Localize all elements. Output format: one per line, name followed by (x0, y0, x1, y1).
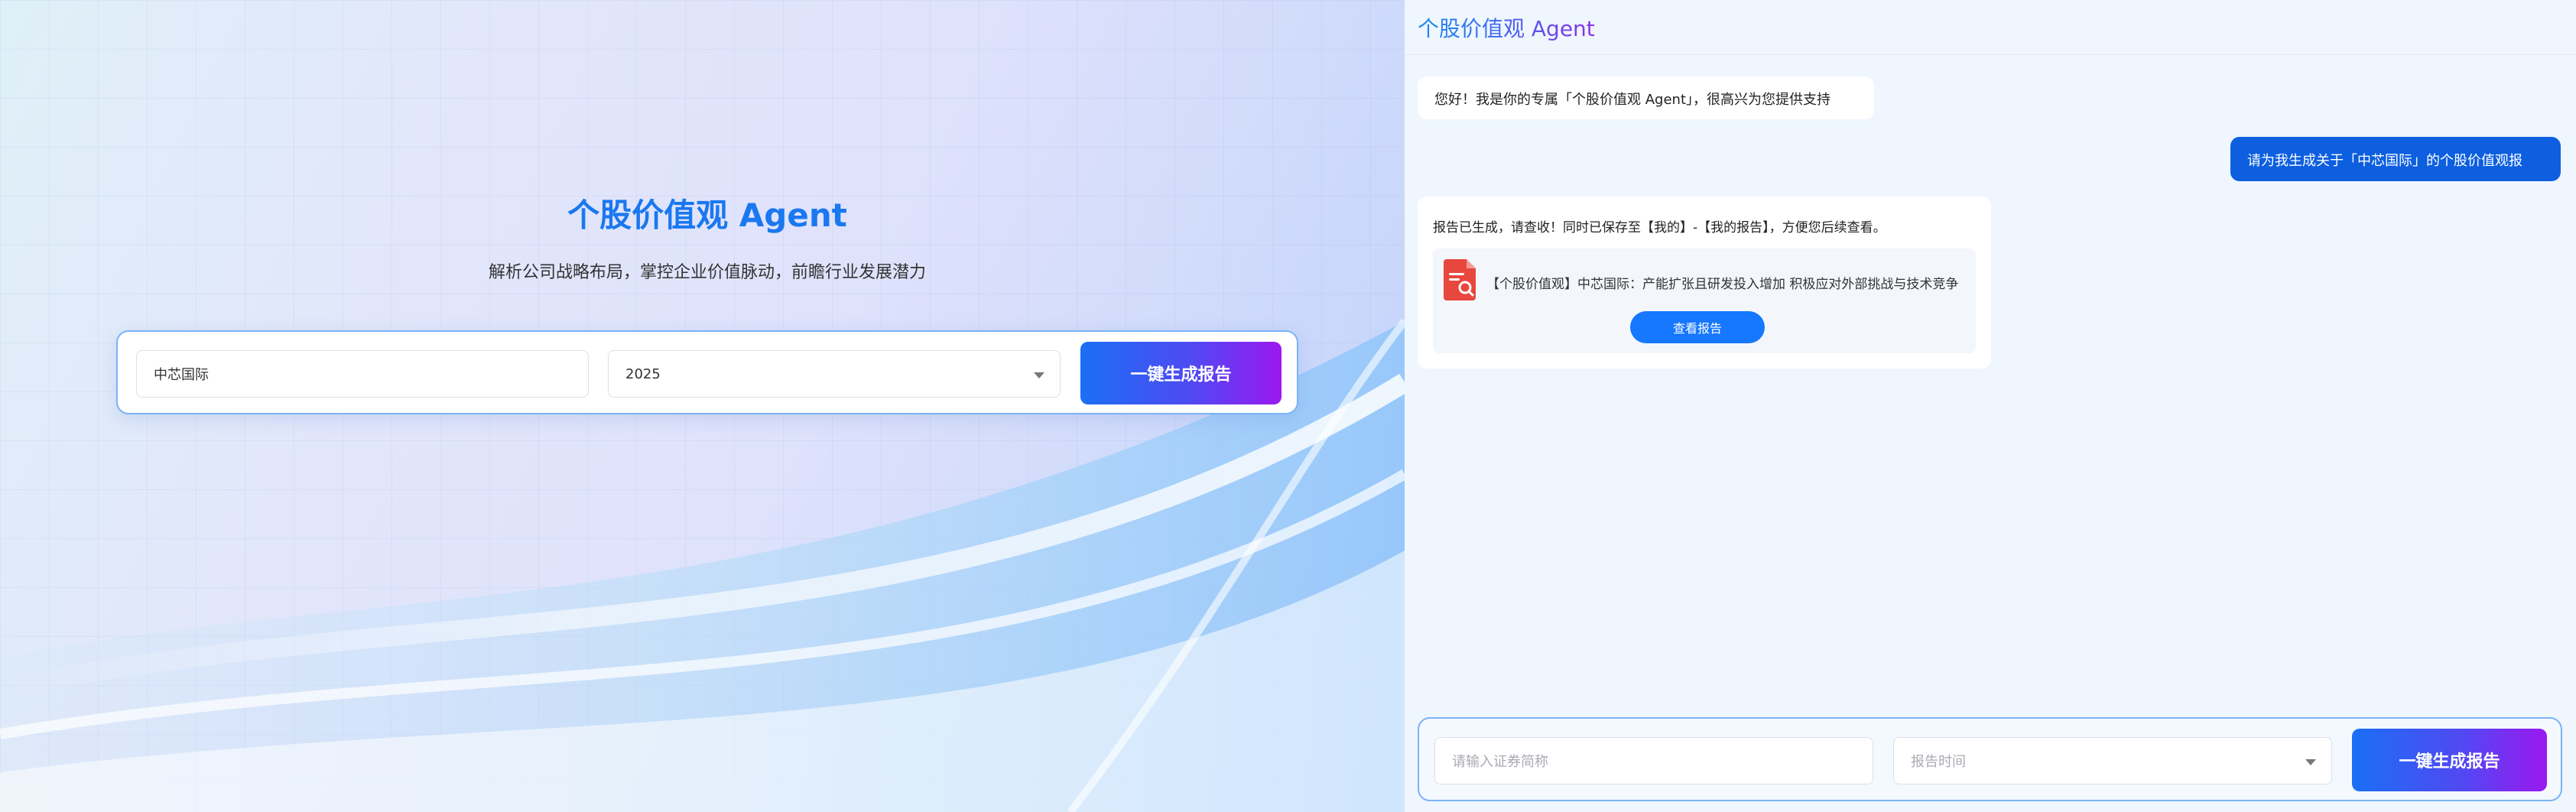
hero-report-form: 中芯国际 2025 一键生成报告 (116, 330, 1298, 414)
stock-name-input[interactable]: 请输入证券简称 (1434, 737, 1873, 784)
pdf-document-search-icon (1444, 259, 1476, 300)
user-message: 请为我生成关于「中芯国际」的个股价值观报 (2230, 137, 2561, 181)
report-time-placeholder: 报告时间 (1911, 754, 1966, 770)
assistant-report-message: 报告已生成，请查收！同时已保存至【我的】-【我的报告】，方便您后续查看。 【个股… (1418, 197, 1991, 369)
report-time-select[interactable]: 报告时间 (1893, 737, 2332, 784)
chat-report-form: 请输入证券简称 报告时间 一键生成报告 (1418, 717, 2562, 801)
year-select-value: 2025 (625, 365, 661, 382)
hero-subtitle: 解析公司战略布局，掌控企业价值脉动，前瞻行业发展潜力 (488, 263, 926, 282)
assistant-greeting-message: 您好！我是你的专属「个股价值观 Agent」，很高兴为您提供支持 (1418, 76, 1874, 119)
stock-name-input[interactable]: 中芯国际 (136, 350, 589, 398)
generate-report-button[interactable]: 一键生成报告 (1080, 342, 1282, 404)
hero-title: 个股价值观 Agent (567, 197, 847, 234)
chevron-down-icon (1034, 372, 1044, 378)
chevron-down-icon (2305, 759, 2316, 765)
report-ready-text: 报告已生成，请查收！同时已保存至【我的】-【我的报告】，方便您后续查看。 (1433, 220, 1886, 235)
generate-report-button[interactable]: 一键生成报告 (2352, 729, 2547, 791)
chat-header: 个股价值观 Agent (1405, 0, 2576, 55)
hero-panel: 个股价值观 Agent 解析公司战略布局，掌控企业价值脉动，前瞻行业发展潜力 中… (0, 0, 1405, 812)
year-select[interactable]: 2025 (608, 350, 1061, 398)
report-card[interactable]: 【个股价值观】中芯国际：产能扩张且研发投入增加 积极应对外部挑战与技术竞争 查看… (1433, 248, 1976, 353)
chat-panel: 个股价值观 Agent 您好！我是你的专属「个股价值观 Agent」，很高兴为您… (1405, 0, 2576, 812)
chat-title: 个股价值观 Agent (1418, 12, 1595, 43)
report-title: 【个股价值观】中芯国际：产能扩张且研发投入增加 积极应对外部挑战与技术竞争 (1486, 277, 1959, 292)
view-report-button[interactable]: 查看报告 (1630, 311, 1765, 343)
